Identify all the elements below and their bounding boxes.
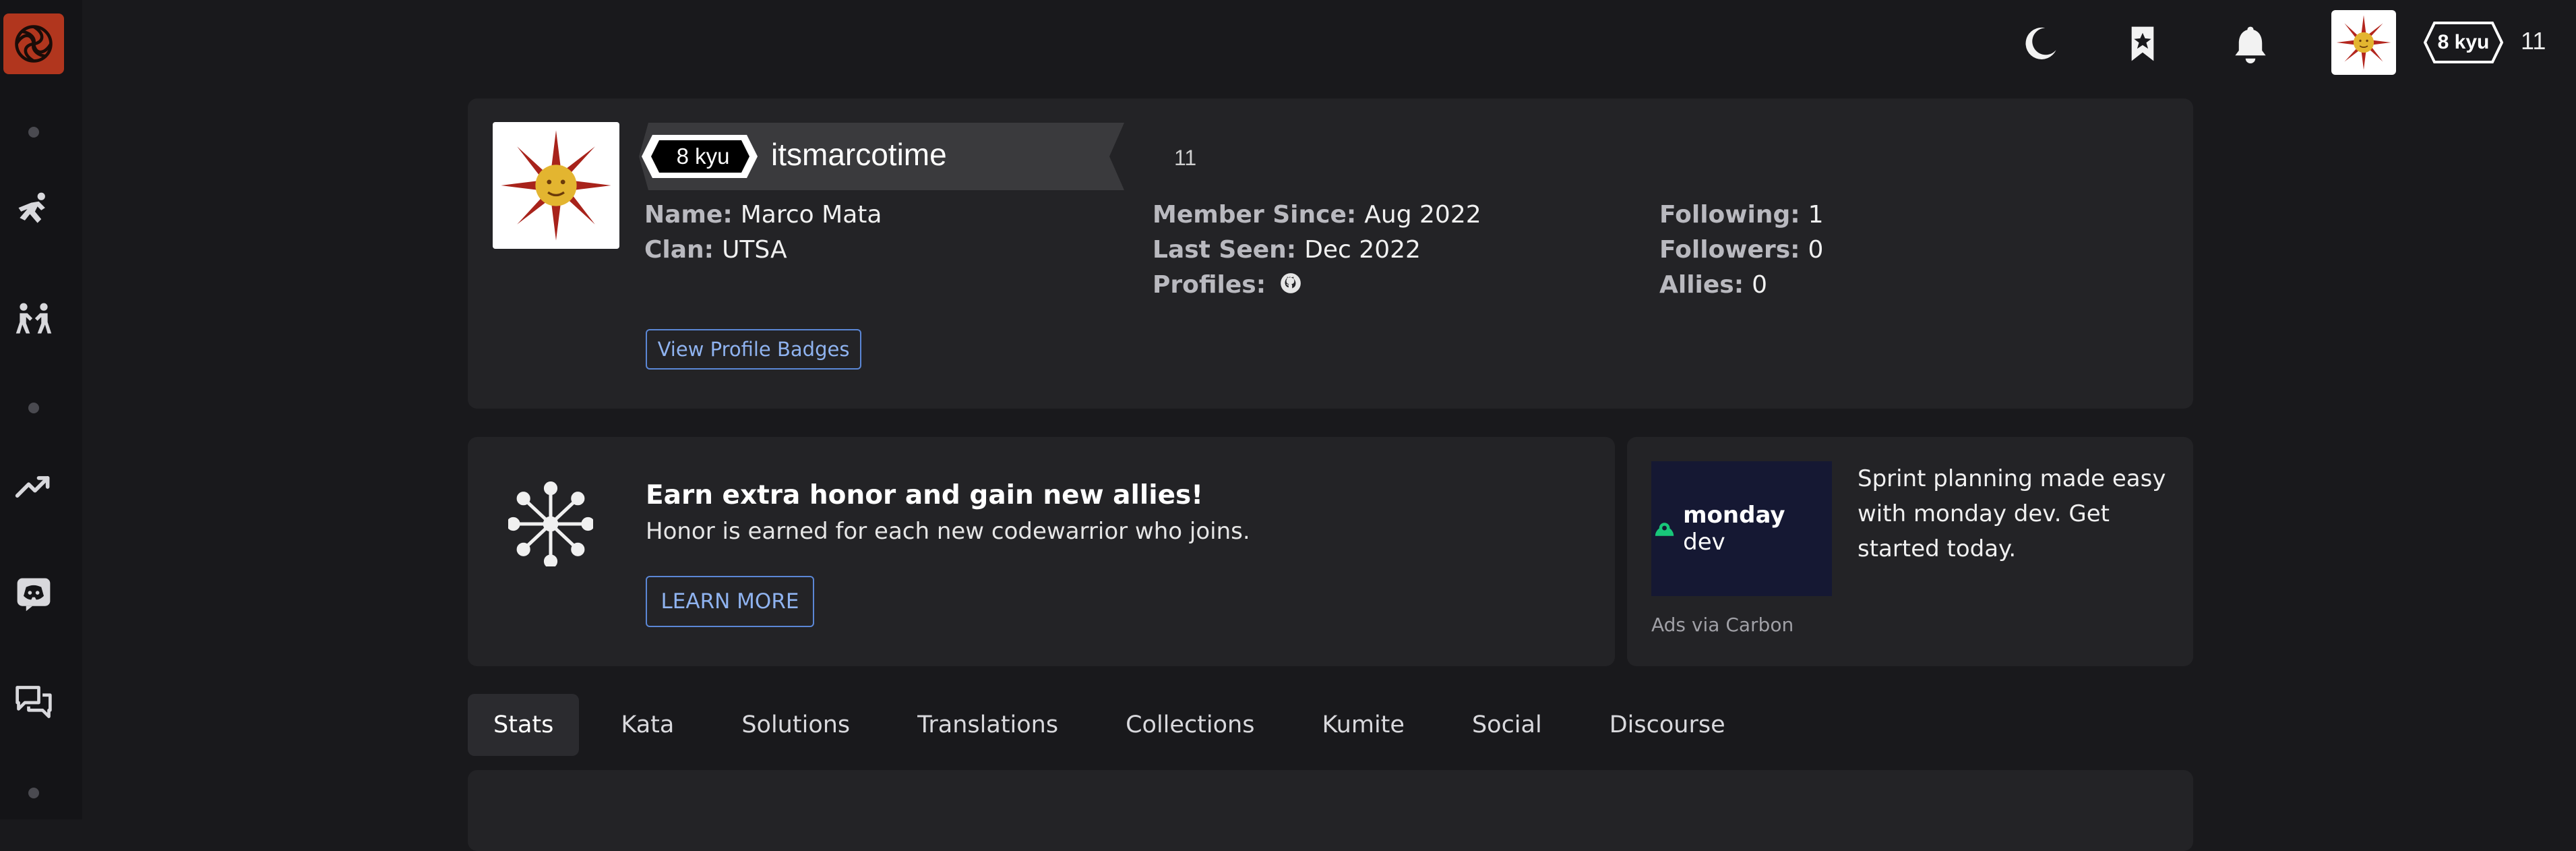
last-seen-value: Dec 2022 [1304, 236, 1421, 264]
info-name: Name: Marco Mata [644, 201, 882, 229]
followers-label: Followers: [1659, 236, 1800, 264]
rank-badge[interactable]: 8 kyu [2424, 22, 2503, 63]
profile-tabs: Stats Kata Solutions Translations Collec… [468, 694, 1767, 756]
ad-image[interactable]: monday dev [1651, 461, 1832, 596]
clan-label: Clan: [644, 236, 714, 264]
codewars-logo[interactable] [3, 13, 64, 74]
leaderboard-trend-icon[interactable] [12, 465, 55, 508]
sidebar-divider-dot [28, 788, 39, 798]
info-following[interactable]: Following: 1 [1659, 201, 1824, 229]
info-profiles: Profiles: [1153, 271, 1302, 301]
promo-title: Earn extra honor and gain new allies! [646, 480, 1204, 510]
honor-count: 11 [2521, 27, 2546, 55]
bookmark-star-icon[interactable] [2119, 20, 2166, 67]
last-seen-label: Last Seen: [1153, 236, 1297, 264]
name-value: Marco Mata [740, 201, 882, 229]
kata-practice-icon[interactable] [12, 187, 55, 231]
network-burst-icon [508, 481, 593, 566]
sidebar-divider-dot [28, 403, 39, 413]
clan-value: UTSA [722, 236, 787, 264]
ad-text[interactable]: Sprint planning made easy with monday de… [1858, 461, 2174, 566]
name-label: Name: [644, 201, 733, 229]
profile-honor: 11 [1174, 146, 1197, 170]
ad-brand-suffix: dev [1683, 529, 1725, 556]
sun-avatar-icon [501, 130, 611, 241]
stats-content-card [468, 770, 2193, 851]
username-banner: 8 kyu itsmarcotime [639, 123, 1136, 190]
monday-logo-icon [1655, 523, 1674, 536]
honor-promo-card: Earn extra honor and gain new allies! Ho… [468, 437, 1615, 666]
rank-badge-label: 8 kyu [2437, 31, 2490, 53]
view-profile-badges-button[interactable]: View Profile Badges [646, 329, 861, 370]
ad-brand-name: monday dev [1683, 502, 1832, 556]
user-avatar[interactable] [2331, 10, 2396, 75]
info-followers[interactable]: Followers: 0 [1659, 236, 1823, 264]
github-icon[interactable] [1279, 272, 1302, 301]
profiles-label: Profiles: [1153, 271, 1266, 299]
following-label: Following: [1659, 201, 1800, 229]
tab-stats[interactable]: Stats [468, 694, 580, 756]
ad-brand-word: monday [1683, 502, 1785, 529]
discord-icon[interactable] [12, 572, 55, 615]
tab-discourse[interactable]: Discourse [1584, 694, 1751, 756]
kumite-icon[interactable] [12, 297, 55, 340]
profile-card: 8 kyu itsmarcotime 11 Name: Marco Mata Cl… [468, 98, 2193, 409]
logo-spiral-icon [15, 25, 53, 63]
ads-via-carbon-link[interactable]: Ads via Carbon [1651, 614, 1793, 636]
tab-solutions[interactable]: Solutions [716, 694, 876, 756]
info-last-seen: Last Seen: Dec 2022 [1153, 236, 1421, 264]
profile-avatar [493, 122, 619, 249]
allies-value: 0 [1752, 271, 1768, 299]
followers-value: 0 [1808, 236, 1824, 264]
carbon-ad-card[interactable]: monday dev Sprint planning made easy wit… [1627, 437, 2193, 666]
info-allies[interactable]: Allies: 0 [1659, 271, 1767, 299]
profile-rank-badge: 8 kyu [676, 144, 730, 169]
bell-icon[interactable] [2227, 20, 2274, 67]
sidebar-divider-dot [28, 127, 39, 138]
sun-avatar-icon [2336, 15, 2391, 70]
discourse-chat-icon[interactable] [12, 681, 55, 724]
profile-username: itsmarcotime [771, 137, 947, 172]
left-sidebar [0, 0, 82, 819]
member-since-label: Member Since: [1153, 201, 1357, 229]
tab-kata[interactable]: Kata [595, 694, 700, 756]
moon-icon[interactable] [2017, 20, 2064, 67]
following-value: 1 [1808, 201, 1824, 229]
tab-kumite[interactable]: Kumite [1296, 694, 1430, 756]
promo-text: Honor is earned for each new codewarrior… [646, 518, 1250, 545]
tab-collections[interactable]: Collections [1100, 694, 1280, 756]
allies-label: Allies: [1659, 271, 1744, 299]
info-clan: Clan: UTSA [644, 236, 787, 264]
learn-more-button[interactable]: LEARN MORE [646, 576, 814, 627]
tab-translations[interactable]: Translations [892, 694, 1084, 756]
member-since-value: Aug 2022 [1364, 201, 1481, 229]
tab-social[interactable]: Social [1446, 694, 1568, 756]
info-member-since: Member Since: Aug 2022 [1153, 201, 1481, 229]
